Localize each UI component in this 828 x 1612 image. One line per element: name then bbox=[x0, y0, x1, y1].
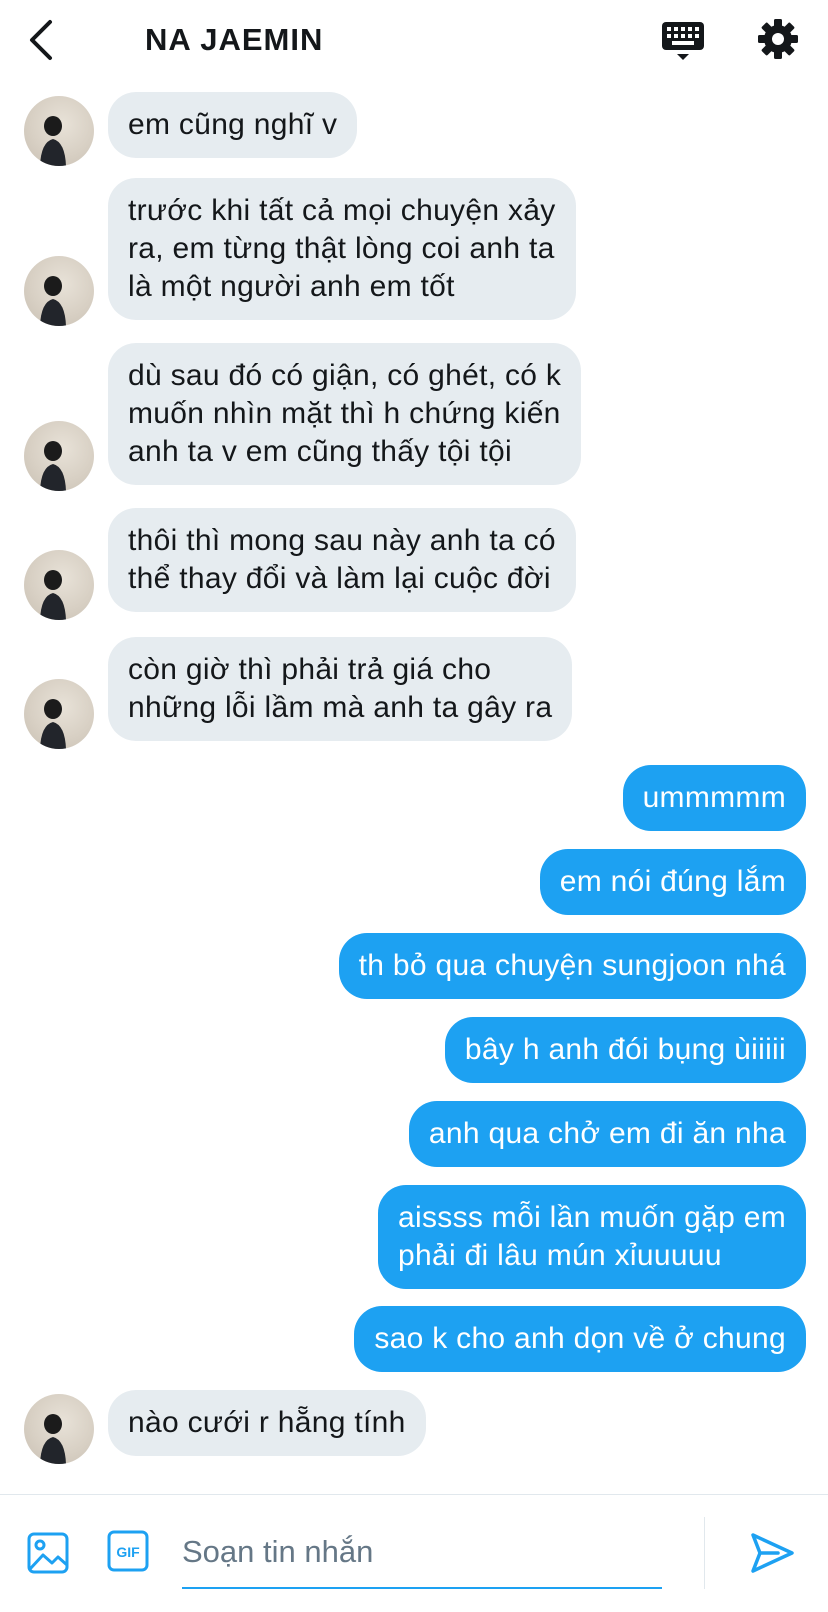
composer-divider bbox=[704, 1517, 705, 1589]
message-bubble[interactable]: dù sau đó có giận, có ghét, có k muốn nh… bbox=[108, 343, 582, 485]
message-row-outgoing: aissss mỗi lần muốn gặp em phải đi lâu m… bbox=[0, 1185, 828, 1299]
chevron-left-icon bbox=[30, 20, 52, 60]
send-button[interactable] bbox=[748, 1529, 796, 1577]
message-row-incoming: dù sau đó có giận, có ghét, có k muốn nh… bbox=[0, 343, 828, 493]
message-row-outgoing: ummmmm bbox=[0, 765, 828, 841]
message-bubble[interactable]: nào cưới r hẵng tính bbox=[108, 1390, 426, 1456]
message-list[interactable]: em cũng nghĩ v trước khi tất cả mọi chuy… bbox=[0, 84, 828, 1494]
message-row-incoming: nào cưới r hẵng tính bbox=[0, 1390, 828, 1494]
back-button[interactable] bbox=[22, 18, 66, 62]
message-row-incoming: thôi thì mong sau này anh ta có thể thay… bbox=[0, 508, 828, 622]
message-bubble[interactable]: anh qua chở em đi ăn nha bbox=[408, 1101, 806, 1167]
message-row-outgoing: anh qua chở em đi ăn nha bbox=[0, 1101, 828, 1177]
avatar[interactable] bbox=[24, 96, 94, 166]
message-bubble[interactable]: trước khi tất cả mọi chuyện xảy ra, em t… bbox=[108, 178, 576, 320]
message-row-outgoing: th bỏ qua chuyện sungjoon nhá bbox=[0, 933, 828, 1009]
message-row-incoming: trước khi tất cả mọi chuyện xảy ra, em t… bbox=[0, 178, 828, 328]
keyboard-icon bbox=[662, 22, 704, 60]
avatar[interactable] bbox=[24, 679, 94, 749]
avatar[interactable] bbox=[24, 421, 94, 491]
message-composer: GIF bbox=[0, 1494, 828, 1612]
keyboard-button[interactable] bbox=[660, 18, 706, 64]
message-row-incoming: em cũng nghĩ v bbox=[0, 92, 828, 168]
message-row-outgoing: bây h anh đói bụng ùiiiii bbox=[0, 1017, 828, 1093]
add-image-button[interactable] bbox=[26, 1531, 70, 1575]
message-row-outgoing: sao k cho anh dọn về ở chung bbox=[0, 1306, 828, 1382]
send-icon bbox=[751, 1533, 794, 1573]
add-gif-button[interactable]: GIF bbox=[106, 1529, 150, 1573]
message-bubble[interactable]: aissss mỗi lần muốn gặp em phải đi lâu m… bbox=[378, 1185, 806, 1289]
message-bubble[interactable]: bây h anh đói bụng ùiiiii bbox=[444, 1017, 806, 1083]
message-bubble[interactable]: th bỏ qua chuyện sungjoon nhá bbox=[338, 933, 806, 999]
message-bubble[interactable]: còn giờ thì phải trả giá cho những lỗi l… bbox=[108, 637, 573, 741]
gear-icon bbox=[758, 19, 798, 59]
message-bubble[interactable]: thôi thì mong sau này anh ta có thể thay… bbox=[108, 508, 576, 612]
message-bubble[interactable]: em nói đúng lắm bbox=[539, 849, 806, 915]
message-bubble[interactable]: sao k cho anh dọn về ở chung bbox=[354, 1306, 806, 1372]
message-input[interactable] bbox=[182, 1517, 662, 1589]
avatar[interactable] bbox=[24, 550, 94, 620]
message-row-incoming: còn giờ thì phải trả giá cho những lỗi l… bbox=[0, 637, 828, 751]
message-bubble[interactable]: ummmmm bbox=[622, 765, 806, 831]
image-icon bbox=[27, 1532, 69, 1574]
conversation-header: NA JAEMIN bbox=[0, 0, 828, 84]
message-row-outgoing: em nói đúng lắm bbox=[0, 849, 828, 925]
avatar[interactable] bbox=[24, 256, 94, 326]
gif-label: GIF bbox=[116, 1544, 140, 1560]
avatar[interactable] bbox=[24, 1394, 94, 1464]
settings-button[interactable] bbox=[755, 16, 801, 62]
message-bubble[interactable]: em cũng nghĩ v bbox=[108, 92, 358, 158]
gif-icon: GIF bbox=[107, 1530, 149, 1572]
conversation-title: NA JAEMIN bbox=[145, 22, 324, 57]
